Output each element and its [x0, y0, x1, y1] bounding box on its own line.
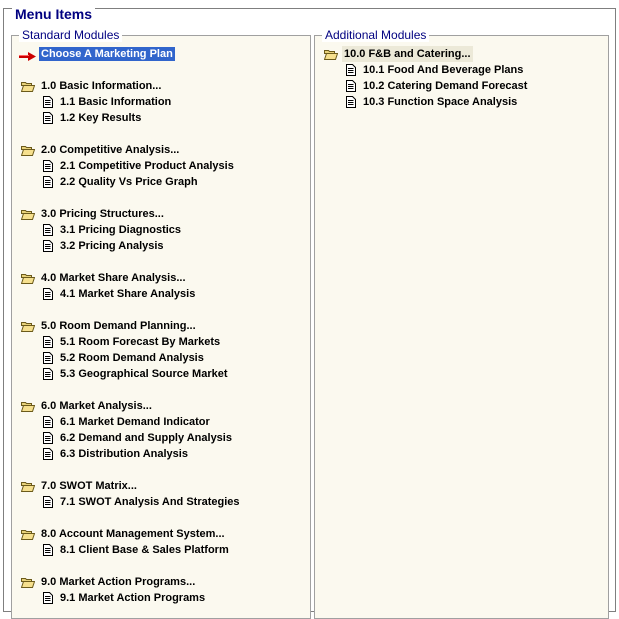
module-group-row[interactable]: 5.0 Room Demand Planning... [18, 318, 310, 334]
additional-modules-legend: Additional Modules [322, 29, 430, 42]
module-item-label[interactable]: 4.1 Market Share Analysis [60, 286, 195, 302]
module-item-row[interactable]: 6.3 Distribution Analysis [18, 446, 310, 462]
module-group-row[interactable]: 8.0 Account Management System... [18, 526, 310, 542]
module-item-row[interactable]: 7.1 SWOT Analysis And Strategies [18, 494, 310, 510]
module-item-label[interactable]: 9.1 Market Action Programs [60, 590, 205, 606]
module-item-row[interactable]: 1.1 Basic Information [18, 94, 310, 110]
module-item-row[interactable]: 8.1 Client Base & Sales Platform [18, 542, 310, 558]
module-item-row[interactable]: 10.1 Food And Beverage Plans [321, 62, 608, 78]
document-icon [346, 96, 356, 113]
document-icon [43, 496, 53, 513]
document-icon [43, 112, 53, 129]
module-group-row[interactable]: 10.0 F&B and Catering... [321, 46, 608, 62]
choose-marketing-plan-row[interactable]: Choose A Marketing Plan [18, 46, 310, 62]
module-item-label[interactable]: 1.2 Key Results [60, 110, 141, 126]
module-group-title[interactable]: 4.0 Market Share Analysis... [41, 270, 186, 286]
module-group-title[interactable]: 10.0 F&B and Catering... [342, 46, 473, 62]
module-item-row[interactable]: 4.1 Market Share Analysis [18, 286, 310, 302]
module-item-row[interactable]: 5.3 Geographical Source Market [18, 366, 310, 382]
module-item-label[interactable]: 10.3 Function Space Analysis [363, 94, 517, 110]
red-arrow-icon [19, 50, 37, 66]
document-icon [43, 176, 53, 193]
module-group-title[interactable]: 8.0 Account Management System... [41, 526, 225, 542]
module-group-row[interactable]: 3.0 Pricing Structures... [18, 206, 310, 222]
module-group-title[interactable]: 1.0 Basic Information... [41, 78, 161, 94]
module-item-row[interactable]: 6.1 Market Demand Indicator [18, 414, 310, 430]
module-item-label[interactable]: 2.2 Quality Vs Price Graph [60, 174, 198, 190]
module-group-title[interactable]: 9.0 Market Action Programs... [41, 574, 195, 590]
module-item-row[interactable]: 2.2 Quality Vs Price Graph [18, 174, 310, 190]
standard-modules-list: Choose A Marketing Plan 1.0 Basic Inform… [18, 46, 310, 606]
module-group-title[interactable]: 3.0 Pricing Structures... [41, 206, 164, 222]
module-group-title[interactable]: 5.0 Room Demand Planning... [41, 318, 196, 334]
module-item-row[interactable]: 6.2 Demand and Supply Analysis [18, 430, 310, 446]
module-item-row[interactable]: 5.1 Room Forecast By Markets [18, 334, 310, 350]
module-item-row[interactable]: 5.2 Room Demand Analysis [18, 350, 310, 366]
menu-items-title: Menu Items [12, 7, 96, 21]
document-icon [43, 368, 53, 385]
document-icon [43, 448, 53, 465]
module-item-label[interactable]: 6.3 Distribution Analysis [60, 446, 188, 462]
module-group-row[interactable]: 2.0 Competitive Analysis... [18, 142, 310, 158]
module-group-title[interactable]: 6.0 Market Analysis... [41, 398, 152, 414]
standard-modules-legend: Standard Modules [19, 29, 123, 42]
module-item-label[interactable]: 7.1 SWOT Analysis And Strategies [60, 494, 240, 510]
menu-items-frame: Menu Items Standard Modules Choose A Mar… [3, 7, 616, 619]
module-item-row[interactable]: 10.2 Catering Demand Forecast [321, 78, 608, 94]
standard-modules-panel: Standard Modules Choose A Marketing Plan… [11, 29, 311, 619]
module-group-title[interactable]: 2.0 Competitive Analysis... [41, 142, 179, 158]
module-item-row[interactable]: 2.1 Competitive Product Analysis [18, 158, 310, 174]
module-group-row[interactable]: 4.0 Market Share Analysis... [18, 270, 310, 286]
document-icon [43, 592, 53, 609]
module-item-label[interactable]: 5.3 Geographical Source Market [60, 366, 228, 382]
module-item-label[interactable]: 10.1 Food And Beverage Plans [363, 62, 523, 78]
document-icon [43, 544, 53, 561]
module-item-row[interactable]: 10.3 Function Space Analysis [321, 94, 608, 110]
additional-modules-panel: Additional Modules 10.0 F&B and Catering… [314, 29, 609, 619]
module-item-row[interactable]: 1.2 Key Results [18, 110, 310, 126]
document-icon [43, 288, 53, 305]
module-group-row[interactable]: 7.0 SWOT Matrix... [18, 478, 310, 494]
module-item-label[interactable]: 3.2 Pricing Analysis [60, 238, 164, 254]
module-item-row[interactable]: 9.1 Market Action Programs [18, 590, 310, 606]
module-item-label[interactable]: 2.1 Competitive Product Analysis [60, 158, 234, 174]
module-item-label[interactable]: 8.1 Client Base & Sales Platform [60, 542, 229, 558]
module-item-row[interactable]: 3.2 Pricing Analysis [18, 238, 310, 254]
document-icon [43, 240, 53, 257]
module-item-label[interactable]: 5.2 Room Demand Analysis [60, 350, 204, 366]
choose-marketing-plan-label[interactable]: Choose A Marketing Plan [39, 47, 175, 61]
module-item-row[interactable]: 3.1 Pricing Diagnostics [18, 222, 310, 238]
module-item-label[interactable]: 6.2 Demand and Supply Analysis [60, 430, 232, 446]
module-item-label[interactable]: 10.2 Catering Demand Forecast [363, 78, 527, 94]
additional-modules-list: 10.0 F&B and Catering... 10.1 Food And Be… [321, 46, 608, 110]
module-item-label[interactable]: 1.1 Basic Information [60, 94, 171, 110]
module-item-label[interactable]: 6.1 Market Demand Indicator [60, 414, 210, 430]
module-group-row[interactable]: 9.0 Market Action Programs... [18, 574, 310, 590]
module-item-label[interactable]: 3.1 Pricing Diagnostics [60, 222, 181, 238]
module-item-label[interactable]: 5.1 Room Forecast By Markets [60, 334, 220, 350]
module-group-row[interactable]: 1.0 Basic Information... [18, 78, 310, 94]
module-group-row[interactable]: 6.0 Market Analysis... [18, 398, 310, 414]
module-group-title[interactable]: 7.0 SWOT Matrix... [41, 478, 137, 494]
